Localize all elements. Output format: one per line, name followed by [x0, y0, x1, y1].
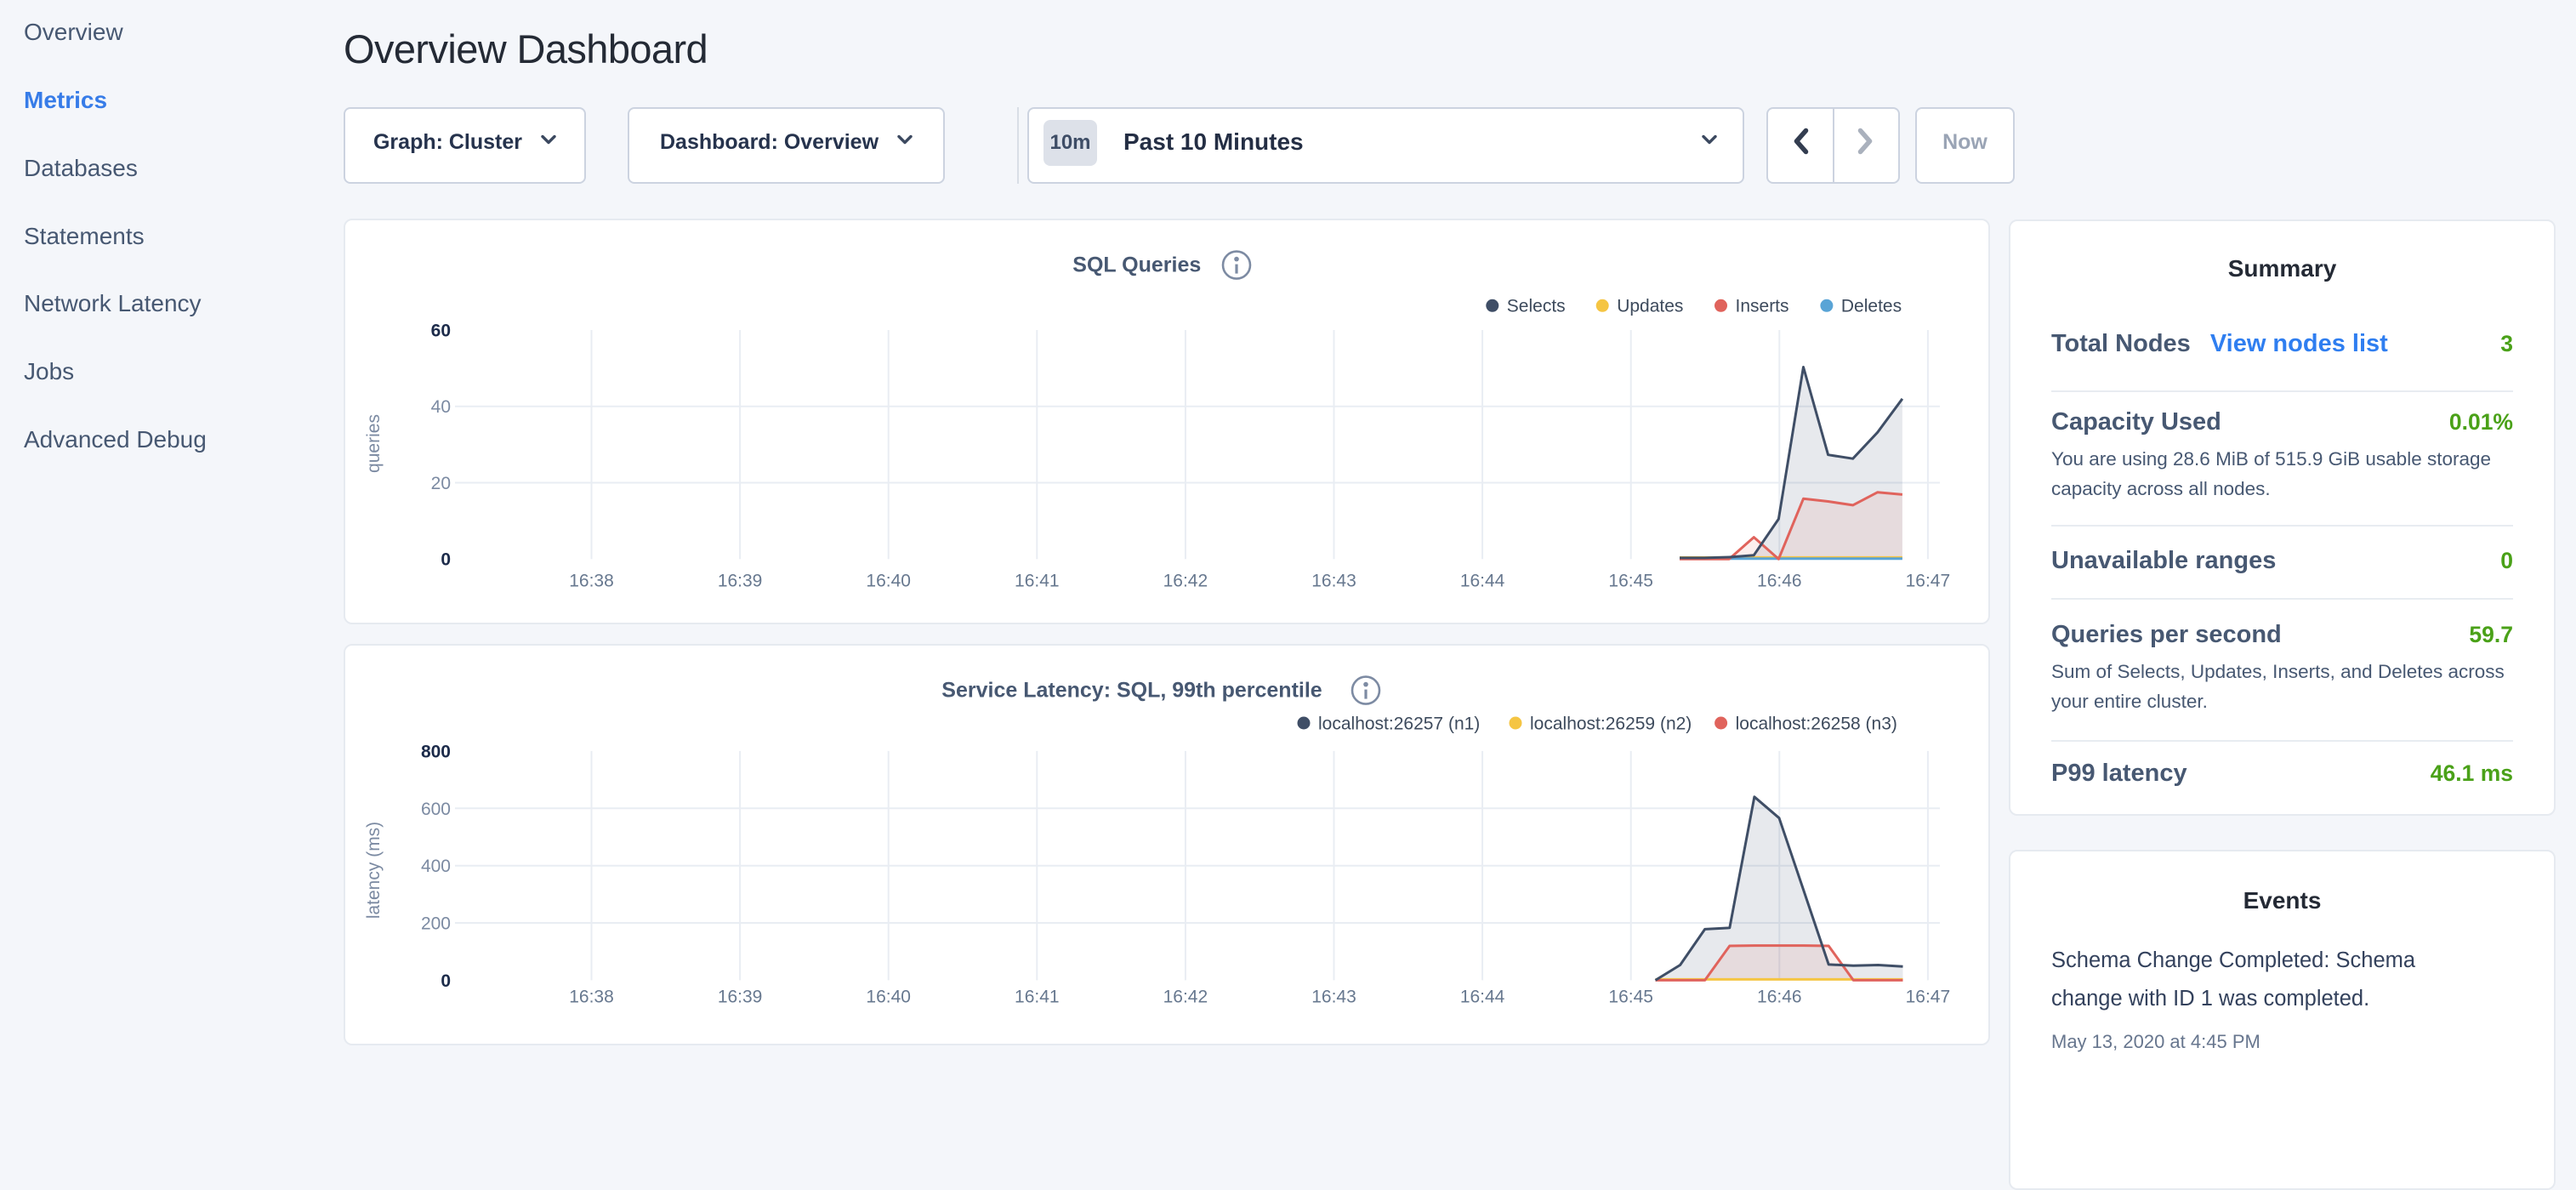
svg-text:16:44: 16:44 — [1460, 988, 1505, 1007]
svg-text:16:42: 16:42 — [1163, 572, 1208, 591]
svg-text:16:45: 16:45 — [1608, 988, 1653, 1007]
svg-text:16:47: 16:47 — [1906, 988, 1951, 1007]
svg-text:40: 40 — [431, 397, 451, 417]
svg-text:16:40: 16:40 — [866, 988, 911, 1007]
svg-text:localhost:26258 (n3): localhost:26258 (n3) — [1736, 714, 1897, 733]
svg-text:Selects: Selects — [1507, 297, 1566, 316]
svg-text:16:38: 16:38 — [569, 988, 614, 1007]
svg-text:Deletes: Deletes — [1841, 297, 1902, 316]
svg-text:16:46: 16:46 — [1757, 988, 1802, 1007]
svg-text:600: 600 — [421, 800, 451, 819]
svg-text:SQL Queries: SQL Queries — [1072, 253, 1201, 277]
svg-text:16:46: 16:46 — [1757, 572, 1802, 591]
svg-text:0: 0 — [441, 971, 451, 991]
svg-text:Updates: Updates — [1617, 297, 1683, 316]
svg-text:400: 400 — [421, 857, 451, 876]
svg-text:16:45: 16:45 — [1608, 572, 1653, 591]
svg-text:800: 800 — [421, 742, 451, 761]
svg-text:16:41: 16:41 — [1015, 572, 1060, 591]
svg-text:60: 60 — [431, 322, 451, 341]
svg-text:localhost:26259 (n2): localhost:26259 (n2) — [1530, 714, 1692, 733]
svg-text:localhost:26257 (n1): localhost:26257 (n1) — [1318, 714, 1480, 733]
svg-text:16:44: 16:44 — [1460, 572, 1505, 591]
svg-text:16:40: 16:40 — [866, 572, 911, 591]
svg-text:16:43: 16:43 — [1311, 988, 1356, 1007]
svg-text:20: 20 — [431, 474, 451, 493]
svg-text:16:47: 16:47 — [1906, 572, 1951, 591]
svg-text:16:43: 16:43 — [1311, 572, 1356, 591]
svg-text:16:42: 16:42 — [1163, 988, 1208, 1007]
svg-text:latency (ms): latency (ms) — [364, 822, 384, 919]
svg-text:queries: queries — [364, 414, 384, 473]
svg-text:Inserts: Inserts — [1736, 297, 1789, 316]
svg-text:16:39: 16:39 — [718, 572, 763, 591]
svg-text:16:41: 16:41 — [1015, 988, 1060, 1007]
svg-text:0: 0 — [441, 550, 451, 570]
svg-text:200: 200 — [421, 914, 451, 934]
svg-text:16:38: 16:38 — [569, 572, 614, 591]
svg-text:Service Latency: SQL, 99th per: Service Latency: SQL, 99th percentile — [941, 679, 1322, 703]
svg-text:16:39: 16:39 — [718, 988, 763, 1007]
